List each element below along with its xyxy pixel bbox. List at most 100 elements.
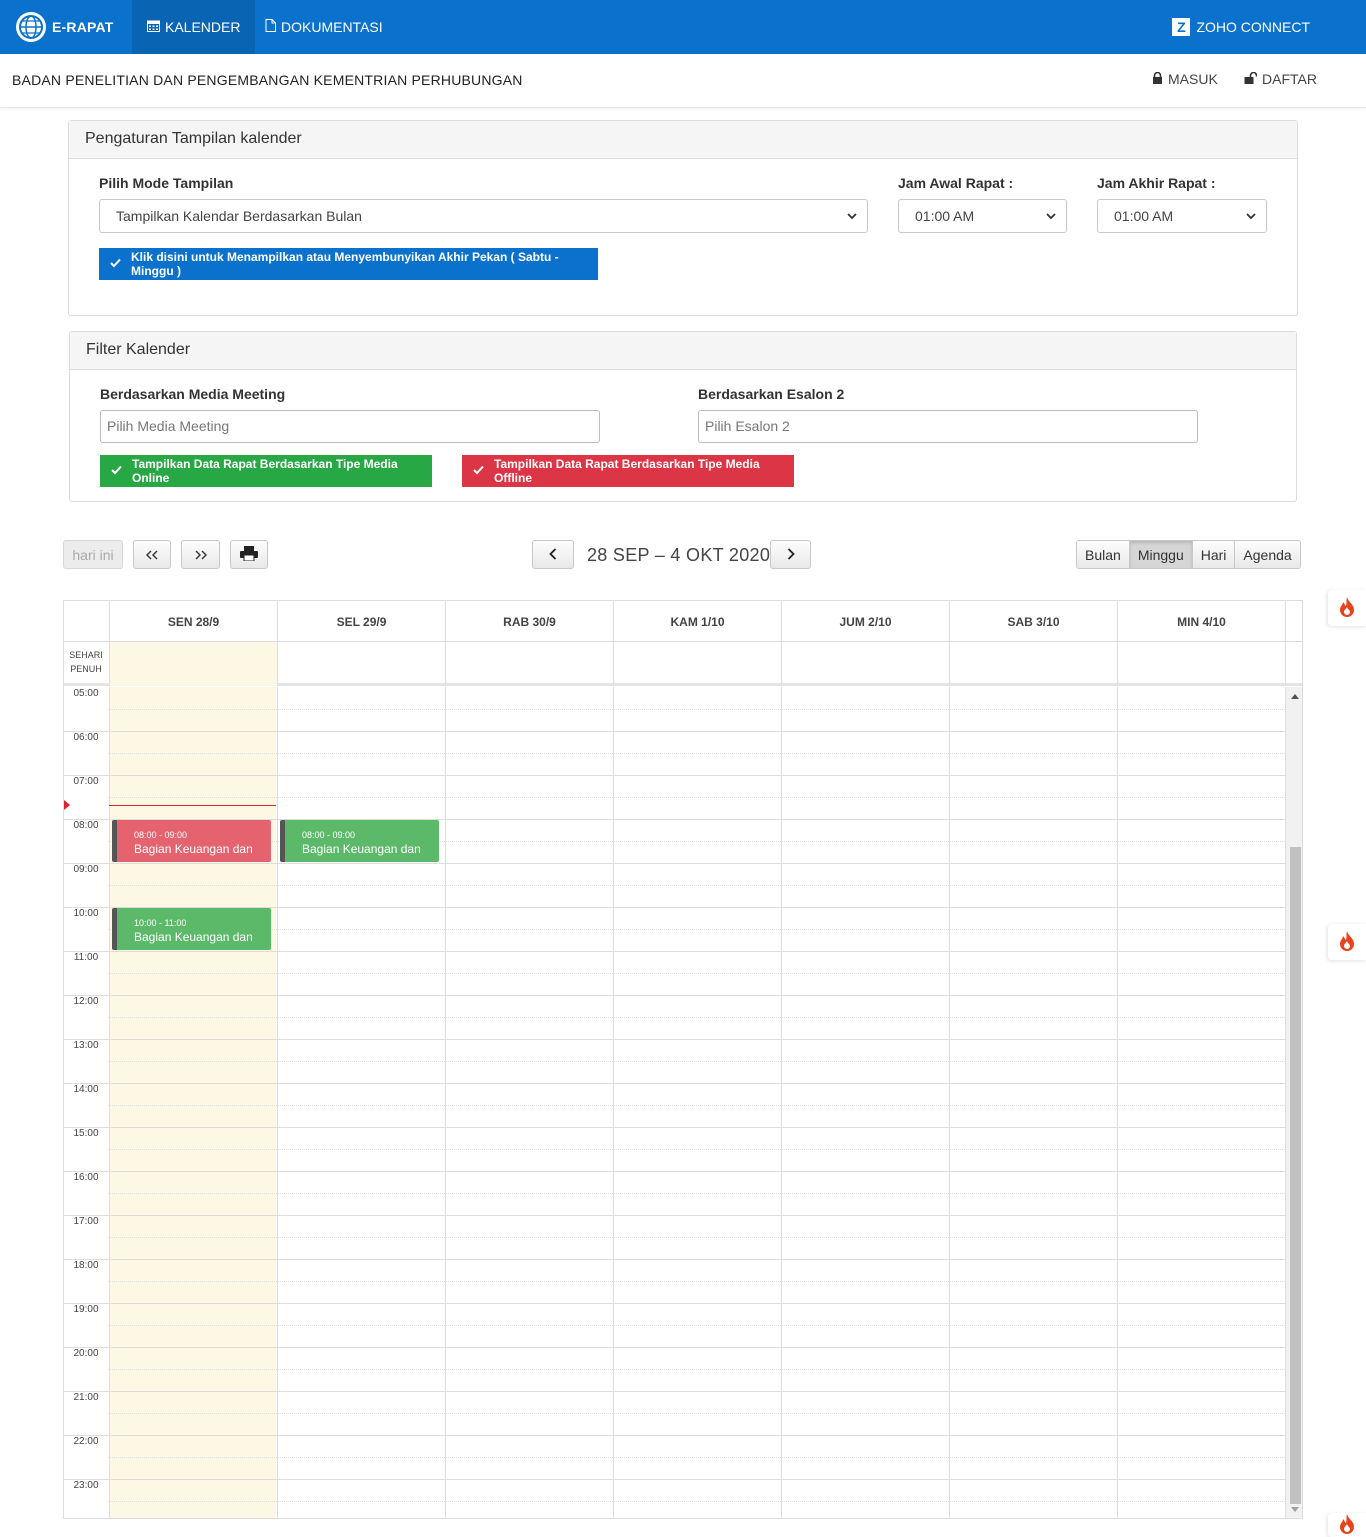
chevron-left-icon — [549, 547, 557, 563]
scroll-up-icon[interactable] — [1291, 694, 1299, 699]
all-day-cell[interactable] — [109, 642, 277, 686]
all-day-cell[interactable] — [445, 642, 613, 686]
half-hour-line — [108, 1457, 1285, 1458]
end-time-value: 01:00 AM — [1114, 208, 1174, 224]
half-hour-line — [108, 929, 1285, 930]
half-hour-line — [108, 1193, 1285, 1194]
mode-select[interactable]: Tampilkan Kalendar Berdasarkan Bulan — [99, 199, 868, 233]
floating-widget[interactable] — [1328, 1513, 1366, 1537]
start-time-value: 01:00 AM — [915, 208, 975, 224]
day-column-line — [445, 687, 446, 1518]
scroll-down-icon[interactable] — [1291, 1507, 1299, 1512]
calendar-event[interactable]: 08:00 - 09:00 Bagian Keuangan dan — [112, 820, 271, 862]
mode-select-value: Tampilkan Kalendar Berdasarkan Bulan — [116, 208, 362, 224]
day-header: SAB 3/10 — [949, 601, 1117, 642]
half-hour-line — [108, 1149, 1285, 1150]
all-day-cell[interactable] — [613, 642, 781, 686]
toggle-weekend-button[interactable]: Klik disini untuk Menampilkan atau Menye… — [99, 248, 598, 280]
brand-name: E-RAPAT — [52, 19, 114, 35]
login-label: MASUK — [1168, 71, 1218, 87]
time-label: 15:00 — [73, 1128, 99, 1139]
check-icon — [110, 257, 121, 271]
day-column-line — [109, 687, 110, 1518]
calendar-icon — [147, 19, 160, 35]
scrollbar-thumb[interactable] — [1290, 847, 1301, 1504]
time-label: 06:00 — [73, 732, 99, 743]
view-week-button[interactable]: Minggu — [1129, 541, 1193, 568]
time-label: 10:00 — [73, 908, 99, 919]
calendar-event[interactable]: 10:00 - 11:00 Bagian Keuangan dan — [112, 908, 271, 950]
esalon-input[interactable]: Pilih Esalon 2 — [698, 410, 1198, 443]
day-column-line — [1117, 687, 1118, 1518]
event-time: 10:00 - 11:00 — [134, 918, 187, 928]
prev-year-button[interactable] — [133, 540, 171, 569]
prev-week-button[interactable] — [532, 540, 574, 569]
check-icon — [111, 464, 122, 478]
half-hour-line — [108, 885, 1285, 886]
time-label: 21:00 — [73, 1392, 99, 1403]
time-grid[interactable]: 05:00 06:00 07:00 08:00 09:00 10:00 11:00 12:00… — [64, 687, 1302, 1518]
view-agenda-button[interactable]: Agenda — [1235, 541, 1300, 568]
unlock-icon — [1244, 71, 1258, 87]
hour-line — [64, 1127, 1285, 1128]
time-label: 22:00 — [73, 1436, 99, 1447]
print-icon — [240, 545, 258, 564]
all-day-scroll-spacer — [1285, 642, 1302, 686]
time-label: 05:00 — [73, 688, 99, 699]
date-range-title: 28 SEP – 4 OKT 2020 — [587, 545, 771, 565]
all-day-cell[interactable] — [277, 642, 445, 686]
floating-widget[interactable] — [1328, 924, 1366, 960]
event-time: 08:00 - 09:00 — [302, 830, 356, 840]
time-label: 16:00 — [73, 1172, 99, 1183]
all-day-label-line: SEHARI — [69, 650, 103, 660]
online-filter-button[interactable]: Tampilkan Data Rapat Berdasarkan Tipe Me… — [100, 455, 432, 487]
nav-tab-dokumentasi[interactable]: DOKUMENTASI — [250, 0, 398, 54]
esalon-label: Berdasarkan Esalon 2 — [698, 386, 845, 402]
next-year-button[interactable] — [181, 540, 220, 569]
chevron-down-icon — [1045, 209, 1057, 225]
all-day-cell[interactable] — [781, 642, 949, 686]
hour-line — [64, 1215, 1285, 1216]
nav-tab-kalender[interactable]: KALENDER — [132, 0, 256, 54]
calendar-event[interactable]: 08:00 - 09:00 Bagian Keuangan dan — [280, 820, 439, 862]
time-label: 08:00 — [73, 820, 99, 831]
time-label: 09:00 — [73, 864, 99, 875]
day-header: RAB 30/9 — [445, 601, 613, 642]
flame-icon — [1339, 1513, 1355, 1537]
event-time: 08:00 - 09:00 — [134, 830, 188, 840]
today-button[interactable]: hari ini — [63, 540, 123, 569]
media-meeting-input[interactable]: Pilih Media Meeting — [100, 410, 600, 443]
nav-tab-label: KALENDER — [165, 19, 241, 35]
next-week-button[interactable] — [770, 540, 811, 569]
time-label: 23:00 — [73, 1480, 99, 1491]
view-month-button[interactable]: Bulan — [1077, 541, 1130, 568]
offline-filter-button[interactable]: Tampilkan Data Rapat Berdasarkan Tipe Me… — [462, 455, 794, 487]
floating-widget[interactable] — [1328, 590, 1366, 626]
all-day-cell[interactable] — [1117, 642, 1285, 686]
hour-line — [64, 1039, 1285, 1040]
start-time-select[interactable]: 01:00 AM — [898, 199, 1067, 233]
flame-icon — [1339, 930, 1355, 954]
hour-line — [64, 1347, 1285, 1348]
today-column — [109, 687, 276, 1518]
view-day-button[interactable]: Hari — [1192, 541, 1236, 568]
half-hour-line — [108, 1237, 1285, 1238]
hour-line — [64, 1171, 1285, 1172]
end-time-select[interactable]: 01:00 AM — [1097, 199, 1267, 233]
document-icon — [265, 19, 276, 35]
globe-logo-icon — [16, 12, 46, 42]
toggle-weekend-label: Klik disini untuk Menampilkan atau Menye… — [131, 250, 559, 278]
time-label: 11:00 — [73, 952, 99, 963]
time-label: 17:00 — [73, 1216, 99, 1227]
zoho-connect-link[interactable]: Z ZOHO CONNECT — [1172, 0, 1310, 54]
check-icon — [473, 464, 484, 478]
register-link[interactable]: DAFTAR — [1244, 71, 1317, 87]
sub-header: BADAN PENELITIAN DAN PENGEMBANGAN KEMENT… — [0, 54, 1366, 108]
time-grid-scrollbar[interactable] — [1285, 687, 1302, 1518]
brand[interactable]: E-RAPAT — [16, 10, 114, 44]
login-link[interactable]: MASUK — [1152, 71, 1218, 87]
print-button[interactable] — [230, 540, 268, 569]
day-header: MIN 4/10 — [1117, 601, 1285, 642]
hour-line — [64, 863, 1285, 864]
all-day-cell[interactable] — [949, 642, 1117, 686]
